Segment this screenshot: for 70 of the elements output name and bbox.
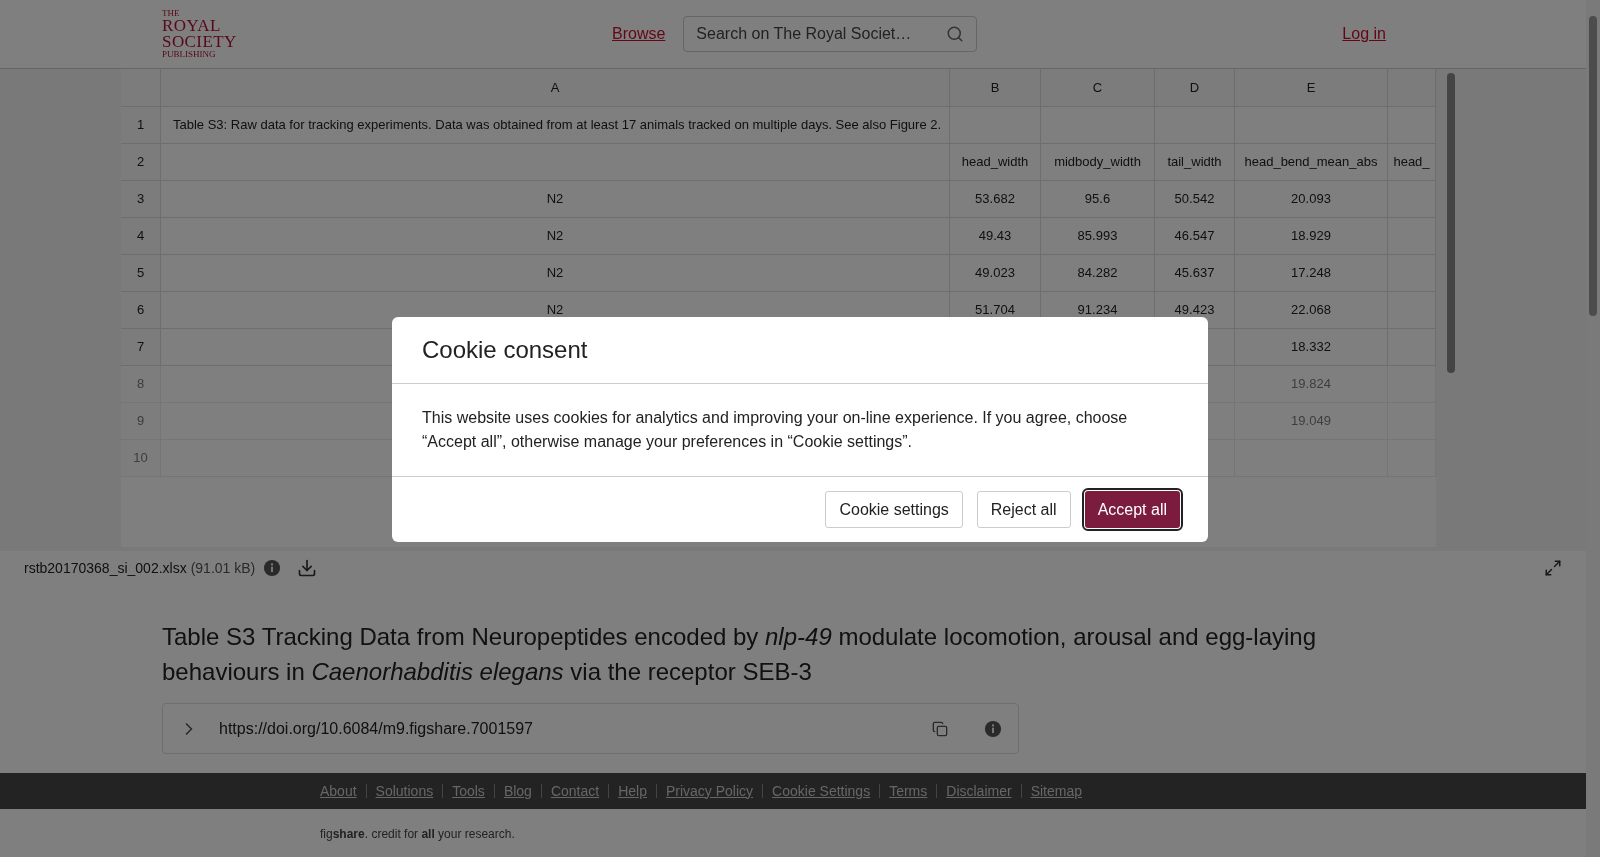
footer-link[interactable]: Blog [503, 780, 532, 802]
table-cell: 17.248 [1235, 255, 1388, 292]
table-cell: 95.6 [1041, 181, 1155, 218]
copy-icon[interactable] [932, 720, 948, 737]
table-cell: midbody_width [1041, 144, 1155, 181]
footer-link[interactable]: Terms [889, 780, 928, 802]
row-number: 2 [121, 144, 161, 181]
dialog-text: This website uses cookies for analytics and improving your on-line experience. If you agree, choose “Accept all”, otherwise manage your preferences in “Cookie settings”. [392, 384, 1208, 477]
table-cell: 19.049 [1235, 403, 1388, 440]
column-header: B [950, 69, 1041, 107]
footer-link[interactable]: Help [618, 780, 647, 802]
row-number: 1 [121, 107, 161, 144]
table-cell: 84.282 [1041, 255, 1155, 292]
search-input[interactable]: Search on The Royal Societ… [696, 22, 947, 46]
footer-link[interactable]: About [320, 780, 357, 802]
column-header: C [1041, 69, 1155, 107]
search-icon[interactable] [946, 25, 965, 43]
page-scrollbar-thumb[interactable] [1589, 16, 1597, 316]
dialog-button[interactable]: Accept all [1084, 491, 1180, 528]
doi-link[interactable]: https://doi.org/10.6084/m9.figshare.7001597 [219, 716, 533, 741]
row-number: 5 [121, 255, 161, 292]
footer-link[interactable]: Contact [550, 780, 600, 802]
scrollbar-thumb[interactable] [1447, 73, 1455, 373]
column-header: E [1235, 69, 1388, 107]
table-cell: 18.929 [1235, 218, 1388, 255]
footer-link[interactable]: Cookie Settings [772, 780, 871, 802]
info-icon[interactable] [984, 719, 1002, 738]
table-cell: 22.068 [1235, 292, 1388, 329]
file-size: (91.01 kB) [190, 558, 256, 578]
table-cell: head_width [950, 144, 1041, 181]
dialog-title: Cookie consent [392, 317, 1208, 384]
table-cell: 50.542 [1155, 181, 1235, 218]
browse-link[interactable]: Browse [612, 22, 666, 46]
footer-link[interactable]: Tools [452, 780, 485, 802]
table-cell: 53.682 [950, 181, 1041, 218]
table-cell: head_bend_mean_abs [1235, 144, 1388, 181]
table-cell: N2 [161, 218, 950, 255]
table-cell: Table S3: Raw data for tracking experiments. Data was obtained from at least 17 animals tracked on multiple days. See also Figure 2. [161, 107, 950, 144]
footer-link[interactable]: Sitemap [1030, 780, 1082, 802]
dialog-button[interactable]: Reject all [976, 491, 1071, 528]
login-link[interactable]: Log in [1342, 22, 1386, 46]
file-name: rstb20170368_si_002.xlsx [24, 558, 187, 578]
table-cell: 20.093 [1235, 181, 1388, 218]
table-cell: tail_width [1155, 144, 1235, 181]
table-cell: 18.332 [1235, 329, 1388, 366]
footer-link[interactable]: Disclaimer [946, 780, 1012, 802]
table-cell: 85.993 [1041, 218, 1155, 255]
row-number: 6 [121, 292, 161, 329]
column-header: D [1155, 69, 1235, 107]
row-number: 7 [121, 329, 161, 366]
search-bar[interactable]: Search on The Royal Societ… [683, 16, 978, 52]
column-header: A [161, 69, 950, 107]
footer-link[interactable]: Solutions [375, 780, 434, 802]
table-cell: 46.547 [1155, 218, 1235, 255]
table-cell: 49.43 [950, 218, 1041, 255]
logo[interactable]: THE ROYAL SOCIETY PUBLISHING [162, 9, 252, 59]
dialog-button[interactable]: Cookie settings [825, 491, 963, 528]
dataset-title: Table S3 Tracking Data from Neuropeptides encoded by nlp-49 modulate locomotion, arousal and egg-laying behaviours in Caenorhabditis elegans via the receptor SEB-3 [162, 622, 1318, 687]
row-number: 3 [121, 181, 161, 218]
table-cell: 49.023 [950, 255, 1041, 292]
table-cell: 45.637 [1155, 255, 1235, 292]
table-cell: N2 [161, 255, 950, 292]
table-cell: 19.824 [1235, 366, 1388, 403]
expand-icon[interactable] [1544, 559, 1562, 577]
row-number: 4 [121, 218, 161, 255]
table-cell: N2 [161, 181, 950, 218]
download-icon[interactable] [297, 558, 318, 578]
info-icon[interactable] [263, 559, 282, 577]
footer-link[interactable]: Privacy Policy [665, 780, 754, 802]
tagline: figshare. credit for all your research. [320, 827, 515, 841]
